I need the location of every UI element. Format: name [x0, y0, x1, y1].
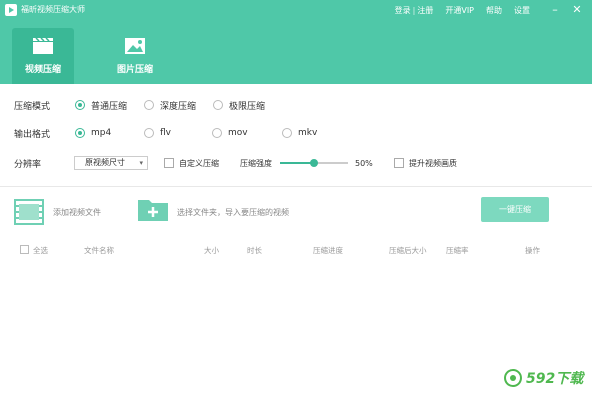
file-table-header: 全选 文件名称 大小 时长 压缩进度 压缩后大小 压缩率 操作 [0, 245, 592, 259]
column-size: 大小 [204, 246, 219, 255]
resolution-label: 分辨率 [14, 159, 42, 170]
mode-option-extreme[interactable]: 极限压缩 [213, 99, 265, 112]
custom-compress-checkbox[interactable]: 自定义压缩 [164, 158, 219, 169]
tab-label: 图片压缩 [116, 65, 153, 75]
radio-icon [212, 128, 222, 138]
output-format-row: 输出格式 mp4 flv mov mkv [0, 124, 592, 142]
image-icon [125, 38, 145, 54]
clapperboard-icon [33, 37, 53, 54]
radio-selected-icon [75, 100, 85, 110]
radio-selected-icon [75, 128, 85, 138]
mode-option-deep[interactable]: 深度压缩 [144, 99, 196, 112]
app-title: 福昕视频压缩大师 [21, 5, 85, 14]
resolution-row: 分辨率 原视频尺寸 ▾ 自定义压缩 压缩强度 50% 提升视频画质 [0, 154, 592, 172]
column-duration: 时长 [247, 246, 262, 255]
resolution-select[interactable]: 原视频尺寸 ▾ [74, 156, 148, 170]
title-bar: 福昕视频压缩大师 登录 | 注册 开通VIP 帮助 设置 – ✕ [0, 0, 592, 20]
select-all-checkbox[interactable] [20, 245, 29, 254]
radio-icon [213, 100, 223, 110]
option-label: flv [160, 128, 171, 138]
help-link[interactable]: 帮助 [486, 5, 502, 16]
app-logo-icon [5, 4, 17, 16]
resolution-value: 原视频尺寸 [85, 158, 125, 167]
compress-mode-label: 压缩模式 [14, 101, 51, 112]
dropdown-arrow-icon: ▾ [139, 159, 143, 167]
format-option-mp4[interactable]: mp4 [75, 128, 111, 138]
film-add-icon[interactable] [14, 199, 44, 225]
column-file-name: 文件名称 [84, 246, 114, 255]
format-option-mov[interactable]: mov [212, 128, 248, 138]
tab-image-compress[interactable]: 图片压缩 [104, 28, 166, 84]
add-video-button[interactable]: 添加视频文件 [53, 207, 101, 218]
strength-value: 50% [355, 158, 373, 168]
column-compressed-size: 压缩后大小 [389, 246, 427, 255]
option-label: mp4 [91, 128, 112, 138]
mode-option-normal[interactable]: 普通压缩 [75, 99, 127, 112]
option-label: 极限压缩 [229, 101, 266, 112]
format-option-flv[interactable]: flv [144, 128, 171, 138]
enhance-quality-checkbox[interactable]: 提升视频画质 [394, 158, 457, 169]
top-menu: 登录 | 注册 开通VIP 帮助 设置 [395, 5, 530, 16]
strength-slider[interactable] [280, 159, 348, 167]
column-select-all[interactable]: 全选 [33, 245, 48, 256]
option-label: mov [228, 128, 248, 138]
slider-fill [280, 162, 314, 164]
one-click-compress-button[interactable]: 一键压缩 [481, 197, 549, 222]
settings-link[interactable]: 设置 [514, 5, 530, 16]
login-link[interactable]: 登录 [395, 5, 411, 16]
column-compress-ratio: 压缩率 [446, 246, 469, 255]
checkbox-icon [164, 158, 174, 168]
close-icon[interactable]: ✕ [570, 3, 584, 17]
watermark-text: 592下载 [526, 371, 584, 387]
divider [0, 186, 592, 187]
register-link[interactable]: 注册 [417, 5, 433, 16]
custom-compress-label: 自定义压缩 [179, 158, 219, 168]
tab-video-compress[interactable]: 视频压缩 [12, 28, 74, 84]
output-format-label: 输出格式 [14, 129, 51, 140]
watermark-icon [504, 369, 522, 387]
menu-separator: | [412, 6, 416, 15]
column-actions: 操作 [525, 246, 540, 255]
enhance-quality-label: 提升视频画质 [409, 158, 457, 168]
option-label: 普通压缩 [91, 101, 128, 112]
action-bar: 添加视频文件 选择文件夹，导入要压缩的视频 一键压缩 [0, 191, 592, 233]
radio-icon [144, 100, 154, 110]
radio-icon [144, 128, 154, 138]
tab-label: 视频压缩 [24, 65, 61, 75]
app-header: 福昕视频压缩大师 登录 | 注册 开通VIP 帮助 设置 – ✕ 视频压缩 图片… [0, 0, 592, 84]
slider-handle[interactable] [310, 159, 318, 167]
vip-link[interactable]: 开通VIP [445, 5, 474, 16]
folder-add-icon[interactable] [137, 196, 169, 222]
add-folder-button[interactable]: 选择文件夹，导入要压缩的视频 [177, 207, 289, 218]
option-label: mkv [298, 128, 318, 138]
watermark-logo: 592下载 [503, 366, 583, 390]
minimize-icon[interactable]: – [548, 3, 562, 17]
strength-label: 压缩强度 [240, 158, 272, 168]
compress-mode-row: 压缩模式 普通压缩 深度压缩 极限压缩 [0, 96, 592, 114]
format-option-mkv[interactable]: mkv [282, 128, 317, 138]
radio-icon [282, 128, 292, 138]
column-progress: 压缩进度 [313, 246, 343, 255]
option-label: 深度压缩 [160, 101, 197, 112]
checkbox-icon [394, 158, 404, 168]
